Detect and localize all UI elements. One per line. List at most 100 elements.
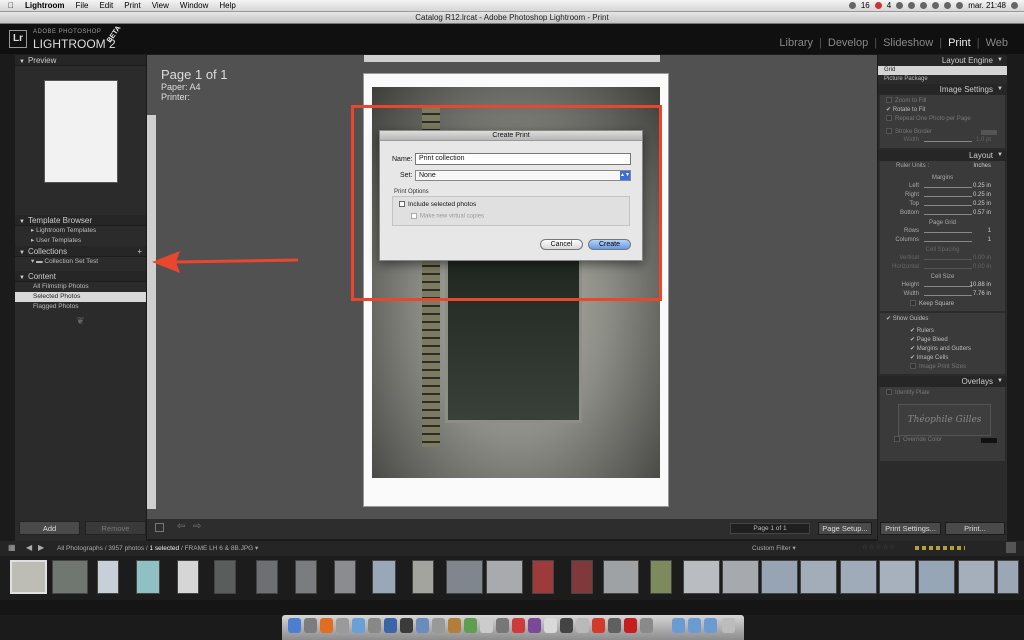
- stroke-border-option[interactable]: Stroke Border: [880, 128, 1005, 137]
- app-icon[interactable]: [352, 618, 365, 633]
- app-icon[interactable]: [544, 618, 557, 633]
- stroke-border-checkbox[interactable]: [886, 128, 892, 135]
- clock[interactable]: mar. 21:48: [968, 1, 1006, 10]
- template-folder-user[interactable]: ▸ User Templates: [15, 236, 146, 246]
- badge-a[interactable]: 16: [861, 1, 870, 10]
- menu-print[interactable]: Print: [124, 1, 140, 10]
- engine-grid[interactable]: Grid: [878, 66, 1007, 75]
- columns-slider[interactable]: Columns 1: [880, 237, 1005, 246]
- menu-file[interactable]: File: [76, 1, 89, 10]
- checkmark-icon[interactable]: ✔: [910, 337, 915, 343]
- filmstrip-thumb[interactable]: [446, 560, 483, 594]
- guide-image-cells[interactable]: ✔ Image Cells: [880, 354, 1005, 363]
- show-guides-option[interactable]: ✔ Show Guides: [880, 315, 1005, 324]
- filmstrip-thumb[interactable]: [372, 560, 396, 594]
- keep-square-checkbox[interactable]: [910, 300, 916, 307]
- module-print[interactable]: Print: [942, 37, 977, 49]
- finder-icon[interactable]: [288, 618, 301, 633]
- identity-plate-option[interactable]: Identity Plate: [880, 389, 1005, 398]
- wifi-icon[interactable]: [932, 2, 940, 9]
- app-icon[interactable]: [496, 618, 509, 633]
- cell-height-slider[interactable]: Height 10.88 in: [880, 282, 1005, 291]
- headphones-icon[interactable]: [908, 2, 916, 9]
- folder-icon[interactable]: [672, 618, 685, 633]
- filmstrip-thumb[interactable]: [295, 560, 317, 594]
- checkmark-icon[interactable]: ✔: [910, 355, 915, 361]
- grid-view-icon[interactable]: ▦: [8, 543, 16, 552]
- add-button[interactable]: Add: [19, 521, 80, 535]
- filmstrip-thumb[interactable]: [997, 560, 1019, 594]
- ruler-units-row[interactable]: Ruler Units : Inches: [880, 163, 1005, 174]
- identity-plate-checkbox[interactable]: [886, 389, 892, 396]
- page-setup-button[interactable]: Page Setup...: [818, 522, 872, 535]
- checkmark-icon[interactable]: ✔: [910, 328, 915, 334]
- include-selected-checkbox[interactable]: [399, 201, 405, 208]
- rows-slider[interactable]: Rows 1: [880, 228, 1005, 237]
- cell-width-slider[interactable]: Width 7.76 in: [880, 291, 1005, 300]
- app-icon[interactable]: [512, 618, 525, 633]
- lightroom-icon[interactable]: [400, 618, 413, 633]
- rotate-to-fit-option[interactable]: ✔ Rotate to Fit: [880, 106, 1005, 115]
- status-icon[interactable]: [848, 2, 856, 9]
- guide-image-print-sizes[interactable]: Image Print Sizes: [880, 363, 1005, 372]
- menu-help[interactable]: Help: [219, 1, 235, 10]
- content-all-filmstrip[interactable]: All Filmstrip Photos: [15, 282, 146, 292]
- filmstrip-thumb[interactable]: [603, 560, 639, 594]
- layout-header[interactable]: Layout ▼: [878, 150, 1007, 161]
- override-color-checkbox[interactable]: [894, 436, 900, 443]
- cancel-button[interactable]: Cancel: [540, 239, 583, 250]
- app-icon[interactable]: [592, 618, 605, 633]
- print-sizes-checkbox[interactable]: [910, 363, 916, 370]
- filmstrip-thumb[interactable]: [177, 560, 199, 594]
- repeat-one-checkbox[interactable]: [886, 115, 892, 122]
- override-color-option[interactable]: Override Color: [880, 436, 1005, 445]
- bluetooth-icon[interactable]: [920, 2, 928, 9]
- filmstrip-thumb[interactable]: [918, 560, 955, 594]
- content-header[interactable]: ▼ Content: [15, 271, 146, 282]
- template-folder-lightroom[interactable]: ▸ Lightroom Templates: [15, 226, 146, 236]
- checkmark-icon[interactable]: ✔: [886, 316, 891, 322]
- checkmark-icon[interactable]: ✔: [910, 346, 915, 352]
- menu-app[interactable]: Lightroom: [25, 1, 65, 10]
- filmstrip-thumb[interactable]: [334, 560, 356, 594]
- acrobat-icon[interactable]: [624, 618, 637, 633]
- badge-b[interactable]: 4: [887, 1, 891, 10]
- apple-icon[interactable]: : [8, 1, 14, 10]
- module-develop[interactable]: Develop: [822, 37, 874, 49]
- margin-right-slider[interactable]: Right 0.25 in: [880, 192, 1005, 201]
- filmstrip-thumb[interactable]: [761, 560, 798, 594]
- ruler-units-select[interactable]: Inches: [973, 163, 991, 169]
- rating-filter-stars-icon[interactable]: ☆☆☆☆☆: [862, 543, 896, 551]
- app-icon[interactable]: [640, 618, 653, 633]
- module-slideshow[interactable]: Slideshow: [877, 37, 939, 49]
- app-icon[interactable]: [416, 618, 429, 633]
- spotlight-icon[interactable]: [1011, 2, 1018, 9]
- margin-top-slider[interactable]: Top 0.25 in: [880, 201, 1005, 210]
- toolbar-stop-icon[interactable]: [155, 523, 164, 532]
- content-flagged-photos[interactable]: Flagged Photos: [15, 302, 146, 312]
- stroke-width-slider[interactable]: Width 1.0 pt: [880, 137, 1005, 146]
- identity-plate-preview[interactable]: Théophile Gilles: [898, 404, 991, 436]
- app-icon[interactable]: [528, 618, 541, 633]
- print-button[interactable]: Print...: [945, 522, 1005, 535]
- filter-toggle-icon[interactable]: [1006, 542, 1016, 553]
- filmstrip-thumb[interactable]: [650, 560, 672, 594]
- menu-window[interactable]: Window: [180, 1, 208, 10]
- name-input[interactable]: Print collection: [415, 153, 631, 165]
- trash-icon[interactable]: [722, 618, 735, 633]
- remove-button[interactable]: Remove: [85, 521, 146, 535]
- menu-view[interactable]: View: [152, 1, 169, 10]
- filmstrip-thumb[interactable]: [97, 560, 119, 594]
- filmstrip-thumb[interactable]: [840, 560, 877, 594]
- margin-left-slider[interactable]: Left 0.25 in: [880, 183, 1005, 192]
- filmstrip-thumb[interactable]: [136, 560, 160, 594]
- zoom-to-fill-option[interactable]: Zoom to Fill: [880, 97, 1005, 106]
- set-select[interactable]: None ▲▼: [415, 170, 631, 181]
- dashboard-icon[interactable]: [304, 618, 317, 633]
- filmstrip-source[interactable]: All Photographs / 3957 photos / 1 select…: [57, 544, 258, 552]
- battery-icon[interactable]: [956, 2, 964, 9]
- firefox-icon[interactable]: [320, 618, 333, 633]
- filmstrip-thumb[interactable]: [486, 560, 523, 594]
- guide-rulers[interactable]: ✔ Rulers: [880, 327, 1005, 336]
- module-web[interactable]: Web: [980, 37, 1014, 49]
